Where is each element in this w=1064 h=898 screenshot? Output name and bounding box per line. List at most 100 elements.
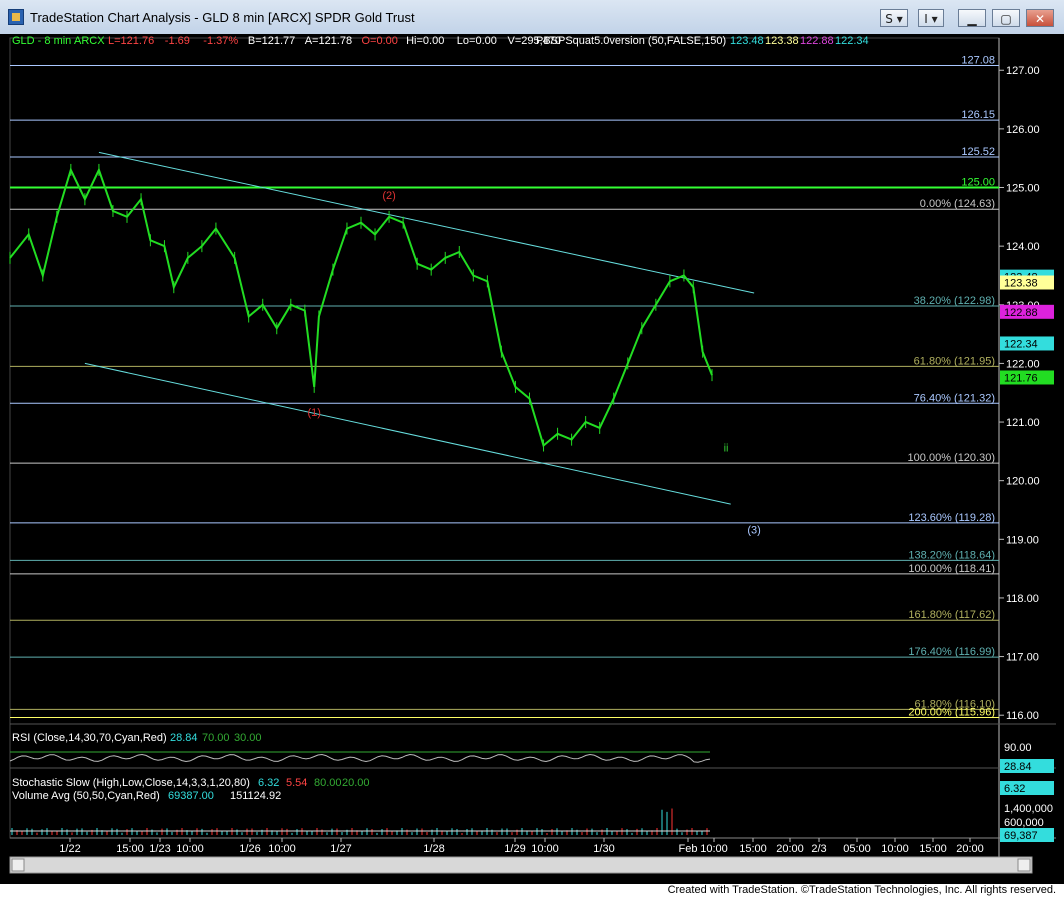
maximize-icon: ▢ <box>1000 12 1012 26</box>
window-title: TradeStation Chart Analysis - GLD 8 min … <box>30 10 415 25</box>
volume-value: 69387.00 <box>168 790 214 802</box>
level-label: 200.00% (115.96) <box>908 707 995 719</box>
maximize-button[interactable]: ▢ <box>992 9 1020 27</box>
level-label: 125.00 <box>961 177 995 189</box>
wave-labels: (1) (2) ii (3) <box>307 190 760 536</box>
rsi-label: RSI (Close,14,30,70,Cyan,Red) <box>12 732 167 744</box>
y-tick-label: 124.00 <box>1006 241 1040 253</box>
close-button[interactable]: ✕ <box>1026 9 1054 27</box>
x-tick-label: 1/22 <box>59 843 80 855</box>
wave-label: (3) <box>747 524 760 536</box>
indicator-i-dropdown-button[interactable]: I ▾ <box>918 9 944 27</box>
level-label: 61.80% (121.95) <box>914 355 995 367</box>
price-line <box>9 167 713 448</box>
rsi-value: 30.00 <box>234 732 262 744</box>
volume-values: 69387.00 151124.92 <box>168 790 281 802</box>
y-tick-label: 127.00 <box>1006 65 1040 77</box>
level-label: 161.80% (117.62) <box>908 609 995 621</box>
channel-line <box>98 151 755 294</box>
header-stats: L=121.76 -1.69 -1.37% B=121.77 A=121.78 O=0.0… <box>108 35 561 47</box>
volume-axis-1400000: 1,400,000 <box>1004 803 1053 815</box>
i-label: I <box>924 12 928 26</box>
header-stat: Lo=0.00 <box>457 35 497 47</box>
application-window: TradeStation Chart Analysis - GLD 8 min … <box>0 0 1064 884</box>
volume-current: 69,387 <box>1004 830 1038 842</box>
y-tick-label: 125.00 <box>1006 183 1040 195</box>
x-tick-label: 1/29 <box>504 843 525 855</box>
y-tick-label: 122.00 <box>1006 358 1040 370</box>
level-label: 123.60% (119.28) <box>908 512 995 524</box>
scroll-left-button[interactable] <box>11 858 25 872</box>
stochastic-values: 6.32 5.54 80.00 20.00 <box>258 777 370 789</box>
header-stat: -1.69 <box>165 35 190 47</box>
volume-value: 151124.92 <box>230 790 281 802</box>
x-tick-label: 1/23 <box>149 843 170 855</box>
symbol-s-dropdown-button[interactable]: S ▾ <box>880 9 908 27</box>
y-tick-label: 121.00 <box>1006 417 1040 429</box>
indicator-value: 123.48 <box>730 35 764 47</box>
y-tick-label: 118.00 <box>1006 593 1039 605</box>
chart-area: GLD - 8 min ARCX L=121.76 -1.69 -1.37% B=12… <box>0 34 1064 884</box>
tradestation-app-icon <box>8 9 24 25</box>
x-tick-label: 2/3 <box>811 843 826 855</box>
horizontal-scrollbar[interactable] <box>9 856 1033 874</box>
y-tick-label: 126.00 <box>1006 124 1040 136</box>
copyright-text: Created with TradeStation. ©TradeStation… <box>667 884 1056 896</box>
wave-label: (1) <box>307 407 320 419</box>
price-axis: 127.00126.00125.00124.00123.00122.00121.… <box>999 65 1040 722</box>
header-stat: -1.37% <box>203 35 238 47</box>
x-tick-label: 1/27 <box>330 843 351 855</box>
x-tick-label: 10:00 <box>700 843 728 855</box>
chart-canvas[interactable]: GLD - 8 min ARCX L=121.76 -1.69 -1.37% B=12… <box>0 34 1064 884</box>
x-tick-label: 10:00 <box>881 843 909 855</box>
x-tick-label: 10:00 <box>531 843 559 855</box>
title-bar: TradeStation Chart Analysis - GLD 8 min … <box>0 0 1064 35</box>
close-icon: ✕ <box>1034 12 1046 26</box>
stochastic-value: 80.00 <box>314 777 342 789</box>
indicator-values: 123.48 123.38 122.88 122.34 <box>730 35 869 47</box>
level-label: 176.40% (116.99) <box>908 646 995 658</box>
x-tick-label: 1/28 <box>423 843 444 855</box>
y-tick-label: 119.00 <box>1006 534 1039 546</box>
volume-label: Volume Avg (50,50,Cyan,Red) <box>12 790 160 802</box>
symbol-label: GLD - 8 min <box>12 35 71 47</box>
x-tick-label: 05:00 <box>843 843 871 855</box>
header-stat: A=121.78 <box>305 35 352 47</box>
indicator-value: 123.38 <box>765 35 799 47</box>
stochastic-current: 6.32 <box>1004 783 1025 795</box>
minimize-button[interactable]: ▁ <box>958 9 986 27</box>
rsi-line <box>9 753 711 763</box>
x-tick-label: 15:00 <box>116 843 144 855</box>
y-tick-label: 120.00 <box>1006 476 1040 488</box>
x-tick-label: 15:00 <box>919 843 947 855</box>
price-badge-label: 122.88 <box>1004 307 1038 319</box>
level-label: 100.00% (120.30) <box>908 452 995 464</box>
level-label: 127.08 <box>961 55 995 67</box>
x-tick-label: 1/30 <box>593 843 614 855</box>
trend-channels <box>84 151 755 505</box>
header-stat: L=121.76 <box>108 35 154 47</box>
indicator-label: PBSPSquat5.0version (50,FALSE,150) <box>536 35 726 47</box>
header-stat: Hi=0.00 <box>406 35 444 47</box>
level-label: 76.40% (121.32) <box>914 392 995 404</box>
s-label: S <box>885 12 893 26</box>
rsi-current: 28.84 <box>1004 761 1032 773</box>
x-tick-label: 10:00 <box>268 843 296 855</box>
price-series <box>9 163 713 452</box>
stochastic-value: 5.54 <box>286 777 307 789</box>
minimize-icon: ▁ <box>967 12 977 26</box>
scroll-right-button[interactable] <box>1017 858 1031 872</box>
wave-label: (2) <box>382 190 395 202</box>
rsi-values: 28.84 70.00 30.00 <box>170 732 262 744</box>
time-axis: 1/22 15:00 1/23 10:00 1/26 10:00 1/27 1/28 1/29 1… <box>59 838 984 855</box>
x-tick-label: 10:00 <box>176 843 204 855</box>
volume-axis-600000: 600,000 <box>1004 817 1044 829</box>
header-stat: O=0.00 <box>362 35 398 47</box>
stochastic-value: 20.00 <box>342 777 370 789</box>
x-tick-label: 15:00 <box>739 843 767 855</box>
x-tick-label: Feb <box>679 843 698 855</box>
stochastic-value: 6.32 <box>258 777 279 789</box>
indicator-value: 122.88 <box>800 35 834 47</box>
indicator-value: 122.34 <box>835 35 869 47</box>
y-tick-label: 117.00 <box>1006 652 1039 664</box>
